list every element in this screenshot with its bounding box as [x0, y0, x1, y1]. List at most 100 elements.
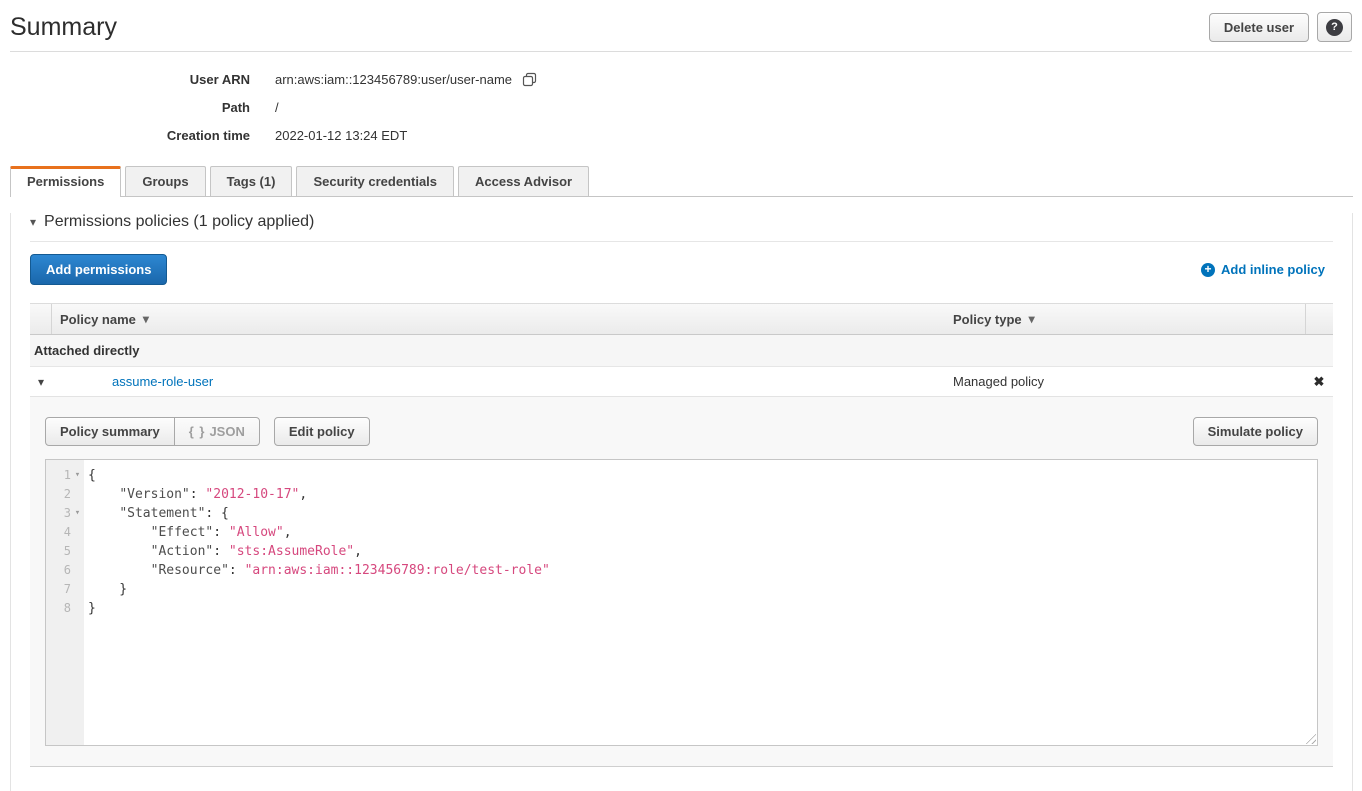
code-line-text: "Version": "2012-10-17",: [84, 485, 307, 504]
policy-table-header: Policy name Policy type: [30, 303, 1333, 335]
help-icon: ?: [1326, 19, 1343, 36]
json-punctuation: [88, 506, 119, 521]
json-punctuation: }: [88, 582, 127, 597]
delete-user-button[interactable]: Delete user: [1209, 13, 1309, 42]
tab-security-credentials[interactable]: Security credentials: [296, 166, 454, 196]
json-punctuation: :: [213, 525, 229, 540]
code-line-text: "Effect": "Allow",: [84, 523, 292, 542]
policy-json-editor[interactable]: 1▾ {2 "Version": "2012-10-17",3▾ "Stateme…: [45, 459, 1318, 746]
line-number: 6: [64, 561, 71, 580]
field-value-text: /: [275, 100, 279, 115]
json-string-value: "2012-10-17": [205, 487, 299, 502]
policy-type-column-header[interactable]: Policy type: [945, 304, 1305, 334]
remove-policy-icon[interactable]: ✖: [1314, 374, 1325, 390]
json-punctuation: : {: [205, 506, 228, 521]
policy-name-column-header[interactable]: Policy name: [52, 304, 945, 334]
tab-bar: PermissionsGroupsTags (1)Security creden…: [10, 166, 1353, 197]
editor-line: 7 }: [46, 580, 1317, 599]
field-value-text: arn:aws:iam::123456789:user/user-name: [275, 72, 512, 87]
json-punctuation: ,: [299, 487, 307, 502]
tab-tags-1[interactable]: Tags (1): [210, 166, 293, 196]
expander-column-header: [30, 304, 52, 334]
line-number: 1: [64, 466, 71, 485]
sort-caret-icon[interactable]: [1029, 312, 1035, 326]
policy-name-cell: assume-role-user: [52, 374, 945, 389]
help-button[interactable]: ?: [1317, 12, 1352, 42]
line-gutter: 3▾: [46, 504, 84, 523]
collapse-caret-icon: ▾: [30, 215, 36, 229]
plus-icon: +: [1201, 263, 1215, 277]
simulate-policy-button[interactable]: Simulate policy: [1193, 417, 1318, 446]
remove-policy-cell: ✖: [1305, 374, 1333, 390]
permissions-policies-section-header[interactable]: ▾ Permissions policies (1 policy applied…: [30, 213, 1333, 231]
policy-summary-button[interactable]: Policy summary: [45, 417, 175, 446]
policy-table: Policy name Policy type Attached directl…: [30, 303, 1333, 767]
json-punctuation: }: [88, 601, 96, 616]
code-line-text: }: [84, 599, 96, 618]
edit-policy-button[interactable]: Edit policy: [274, 417, 370, 446]
fold-caret-icon[interactable]: ▾: [71, 504, 84, 523]
json-view-button[interactable]: { }JSON: [174, 417, 260, 446]
policy-table-row: assume-role-user Managed policy ✖: [30, 367, 1333, 397]
line-number: 8: [64, 599, 71, 618]
editor-line: 5 "Action": "sts:AssumeRole",: [46, 542, 1317, 561]
tab-groups[interactable]: Groups: [125, 166, 205, 196]
add-inline-policy-label: Add inline policy: [1221, 262, 1325, 277]
page-header: Summary Delete user ?: [0, 0, 1362, 42]
json-punctuation: {: [88, 468, 96, 483]
line-number: 4: [64, 523, 71, 542]
code-line-text: "Resource": "arn:aws:iam::123456789:role…: [84, 561, 550, 580]
line-number: 7: [64, 580, 71, 599]
fold-caret-icon[interactable]: ▾: [71, 466, 84, 485]
code-line-text: {: [84, 466, 96, 485]
policy-name-link[interactable]: assume-role-user: [112, 374, 213, 389]
json-punctuation: :: [229, 563, 245, 578]
json-key: "Statement": [119, 506, 205, 521]
json-string-value: "Allow": [229, 525, 284, 540]
editor-line: 8}: [46, 599, 1317, 618]
json-punctuation: :: [213, 544, 229, 559]
json-key: "Action": [151, 544, 214, 559]
code-line-text: "Action": "sts:AssumeRole",: [84, 542, 362, 561]
json-key: "Resource": [151, 563, 229, 578]
json-punctuation: :: [190, 487, 206, 502]
json-punctuation: [88, 487, 119, 502]
editor-resize-handle[interactable]: [1303, 731, 1316, 744]
code-line-text: }: [84, 580, 127, 599]
editor-line: 2 "Version": "2012-10-17",: [46, 485, 1317, 504]
tab-access-advisor[interactable]: Access Advisor: [458, 166, 589, 196]
page-title: Summary: [10, 13, 117, 42]
policy-detail-panel: Policy summary { }JSON Edit policy Simul…: [30, 397, 1333, 767]
field-value: arn:aws:iam::123456789:user/user-name: [275, 72, 537, 87]
add-inline-policy-link[interactable]: + Add inline policy: [1201, 262, 1325, 277]
json-string-value: "sts:AssumeRole": [229, 544, 354, 559]
policy-view-segmented-control: Policy summary { }JSON: [45, 417, 260, 446]
json-punctuation: [88, 544, 151, 559]
section-title: Permissions policies (1 policy applied): [44, 213, 314, 231]
json-punctuation: [88, 525, 151, 540]
line-number: 5: [64, 542, 71, 561]
json-button-label: JSON: [209, 424, 244, 439]
field-value-text: 2022-01-12 13:24 EDT: [275, 128, 407, 143]
copy-icon[interactable]: [522, 72, 537, 87]
summary-field-row: User ARNarn:aws:iam::123456789:user/user…: [0, 65, 1362, 93]
sort-caret-icon[interactable]: [143, 312, 149, 326]
code-line-text: "Statement": {: [84, 504, 229, 523]
summary-field-row: Path /: [0, 93, 1362, 121]
editor-line: 4 "Effect": "Allow",: [46, 523, 1317, 542]
policy-name-header-label: Policy name: [60, 312, 136, 327]
section-divider: [30, 241, 1333, 242]
tab-permissions[interactable]: Permissions: [10, 166, 121, 197]
expand-caret-icon: [38, 374, 44, 389]
line-number: 3: [64, 504, 71, 523]
field-value: 2022-01-12 13:24 EDT: [275, 128, 407, 143]
policy-view-buttons: Policy summary { }JSON Edit policy Simul…: [45, 417, 1318, 446]
add-permissions-button[interactable]: Add permissions: [30, 254, 167, 285]
line-gutter: 4: [46, 523, 84, 542]
field-label: Path: [0, 100, 250, 115]
editor-lines: 1▾ {2 "Version": "2012-10-17",3▾ "Stateme…: [46, 460, 1317, 618]
row-expander[interactable]: [30, 374, 52, 389]
summary-field-row: Creation time2022-01-12 13:24 EDT: [0, 121, 1362, 149]
header-divider: [10, 51, 1352, 52]
field-value: /: [275, 100, 279, 115]
